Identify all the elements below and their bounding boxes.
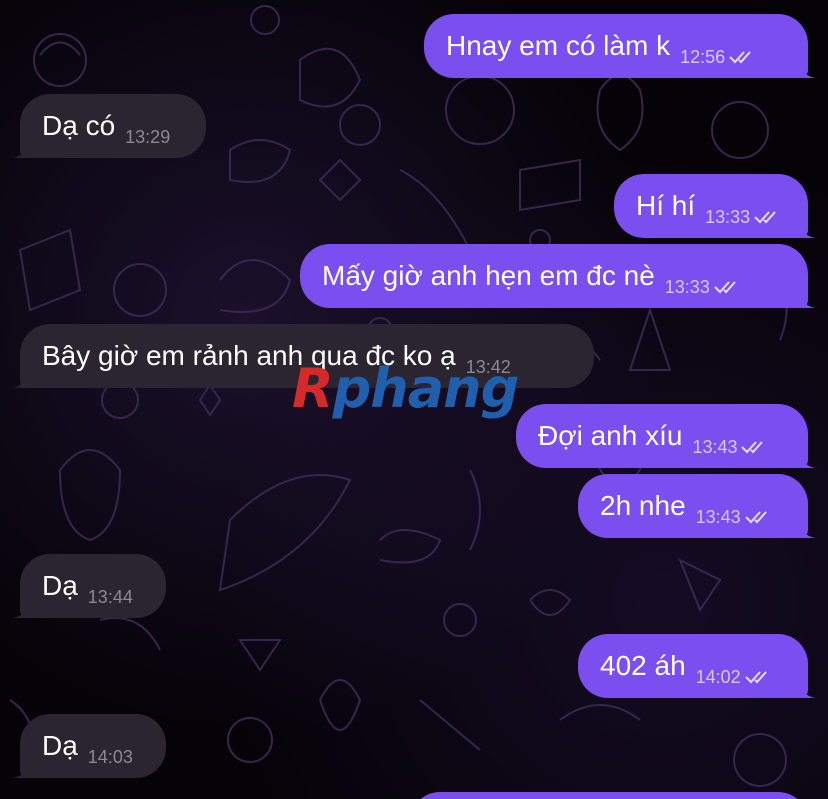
message-meta: 13:44 [88, 587, 133, 608]
outgoing-message-bubble[interactable]: Hnay em có làm k 12:56 [424, 14, 816, 78]
message-time: 14:02 [695, 666, 741, 687]
read-double-check-icon [744, 511, 767, 524]
watermark-letter: R [292, 357, 334, 420]
message-text: 2h nhe [600, 490, 686, 521]
bubble-tail [12, 142, 28, 158]
message-meta: 13:33 [705, 207, 780, 228]
message-time: 13:33 [705, 206, 751, 227]
outgoing-message-bubble[interactable]: 402 áh 14:02 [578, 634, 816, 698]
message-time: 14:03 [87, 746, 133, 767]
outgoing-message-bubble[interactable]: Mấy giờ anh hẹn em đc nè 13:33 [300, 244, 816, 308]
incoming-message-bubble[interactable]: Dạ 14:03 [12, 714, 166, 778]
message-time: 13:43 [692, 436, 738, 457]
message-time: 12:56 [680, 46, 726, 67]
outgoing-message-bubble[interactable]: Hí hí 13:33 [614, 174, 816, 238]
bubble-tail [12, 762, 28, 778]
message-meta: 13:29 [125, 127, 170, 148]
read-double-check-icon [729, 51, 751, 64]
bubble-tail [12, 602, 28, 618]
outgoing-message-bubble-partial[interactable] [410, 792, 808, 799]
message-meta: 12:56 [680, 47, 755, 68]
message-text: Dạ [42, 730, 78, 761]
message-text: Dạ [42, 570, 78, 601]
bubble-tail [12, 372, 28, 388]
incoming-message-bubble[interactable]: Dạ 13:44 [12, 554, 166, 618]
message-meta: 13:33 [665, 277, 740, 298]
message-time: 13:44 [87, 586, 133, 607]
bubble-tail [800, 292, 816, 308]
watermark-text: phang [332, 357, 520, 420]
bubble-tail [800, 682, 816, 698]
message-meta: 13:43 [696, 507, 771, 528]
message-meta: 14:02 [696, 667, 771, 688]
message-time: 13:43 [695, 506, 741, 527]
bubble-tail [800, 522, 816, 538]
incoming-message-bubble[interactable]: Dạ có 13:29 [12, 94, 206, 158]
message-text: Đợi anh xíu [538, 420, 683, 451]
read-double-check-icon [754, 211, 776, 224]
message-text: Hí hí [636, 190, 696, 221]
message-meta: 13:43 [692, 437, 767, 458]
message-text: Hnay em có làm k [446, 30, 671, 61]
read-double-check-icon [744, 671, 767, 684]
chat-view[interactable]: Hnay em có làm k 12:56 Dạ có 13:29 Hí hí… [0, 0, 828, 799]
message-text: 402 áh [600, 650, 686, 681]
outgoing-message-bubble[interactable]: Đợi anh xíu 13:43 [516, 404, 816, 468]
read-double-check-icon [741, 441, 764, 454]
message-text: Mấy giờ anh hẹn em đc nè [322, 260, 655, 291]
message-time: 13:33 [664, 276, 710, 297]
message-time: 13:29 [125, 126, 171, 147]
bubble-tail [800, 452, 816, 468]
outgoing-message-bubble[interactable]: 2h nhe 13:43 [578, 474, 816, 538]
read-double-check-icon [714, 281, 736, 294]
message-meta: 14:03 [88, 747, 133, 768]
bubble-tail [800, 222, 816, 238]
message-text: Dạ có [42, 110, 116, 141]
bubble-tail [800, 62, 816, 78]
watermark-logo: Rphang [292, 362, 519, 416]
